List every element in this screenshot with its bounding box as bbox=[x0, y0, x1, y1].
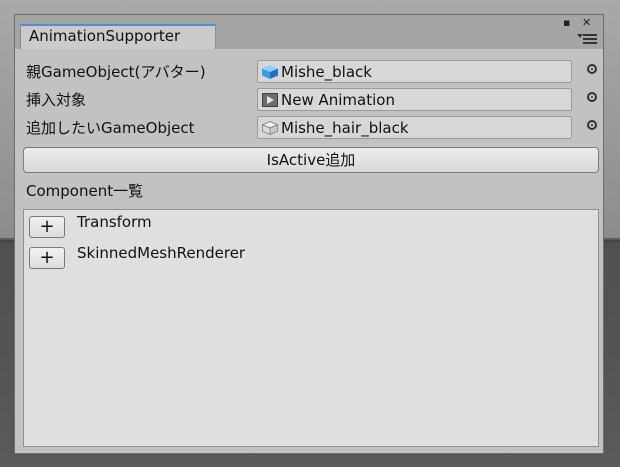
parent-gameobject-row: 親GameObject(アバター) Mishe_black bbox=[26, 60, 597, 84]
add-component-button[interactable]: + bbox=[29, 247, 65, 269]
target-gameobject-row: 追加したいGameObject Mishe_hair_black bbox=[26, 116, 597, 140]
window-tab[interactable]: AnimationSupporter bbox=[20, 24, 216, 49]
component-list: + Transform + SkinnedMeshRenderer bbox=[23, 209, 599, 447]
maximize-icon[interactable]: ▪ bbox=[563, 17, 570, 29]
component-label: Transform bbox=[77, 213, 152, 231]
target-gameobject-field[interactable]: Mishe_hair_black bbox=[257, 116, 572, 139]
list-item: + SkinnedMeshRenderer bbox=[24, 241, 598, 269]
insert-target-field[interactable]: New Animation bbox=[257, 88, 572, 111]
parent-gameobject-field[interactable]: Mishe_black bbox=[257, 60, 572, 83]
insert-target-label: 挿入対象 bbox=[26, 91, 87, 109]
gameobject-cube-gray-icon bbox=[262, 121, 278, 135]
target-gameobject-value: Mishe_hair_black bbox=[281, 119, 409, 137]
prefab-cube-blue-icon bbox=[262, 65, 278, 79]
animation-clip-icon bbox=[262, 93, 278, 107]
object-picker-icon[interactable] bbox=[587, 64, 597, 74]
tab-menu-icon[interactable] bbox=[577, 34, 597, 44]
add-isactive-button[interactable]: IsActive追加 bbox=[23, 147, 599, 173]
component-label: SkinnedMeshRenderer bbox=[77, 244, 246, 262]
add-component-button[interactable]: + bbox=[29, 216, 65, 238]
list-item: + Transform bbox=[24, 210, 598, 238]
window-tab-bar: AnimationSupporter ▪ ✕ bbox=[15, 15, 603, 49]
close-icon[interactable]: ✕ bbox=[582, 17, 591, 29]
object-picker-icon[interactable] bbox=[587, 120, 597, 130]
component-list-title: Component一覧 bbox=[26, 182, 144, 200]
insert-target-row: 挿入対象 New Animation bbox=[26, 88, 597, 112]
object-picker-icon[interactable] bbox=[587, 92, 597, 102]
window-content: 親GameObject(アバター) Mishe_black 挿入対象 New A… bbox=[15, 49, 603, 453]
parent-gameobject-label: 親GameObject(アバター) bbox=[26, 63, 206, 81]
target-gameobject-label: 追加したいGameObject bbox=[26, 119, 195, 137]
parent-gameobject-value: Mishe_black bbox=[281, 63, 372, 81]
animation-supporter-window: AnimationSupporter ▪ ✕ 親GameObject(アバター)… bbox=[14, 14, 604, 454]
insert-target-value: New Animation bbox=[281, 91, 395, 109]
